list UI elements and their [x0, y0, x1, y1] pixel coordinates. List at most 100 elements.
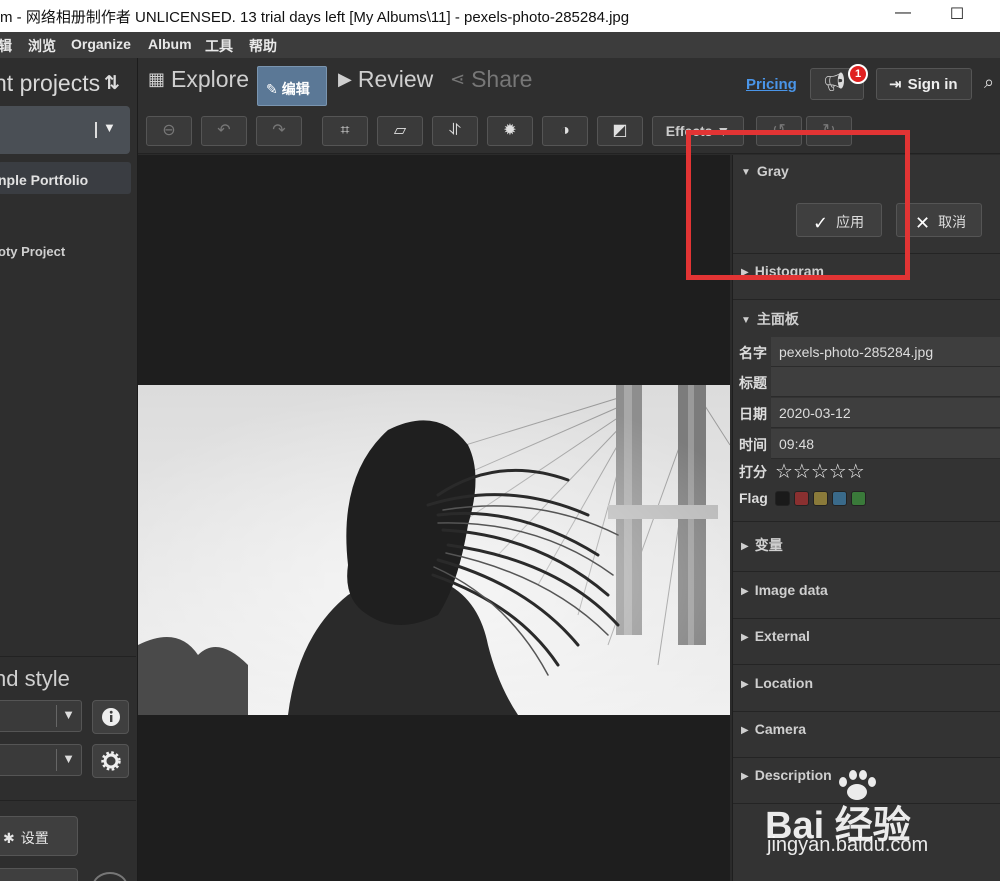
- title-field[interactable]: [771, 367, 1000, 397]
- rating-stars[interactable]: ☆☆☆☆☆: [775, 459, 865, 484]
- maximize-button[interactable]: ☐: [942, 4, 972, 26]
- notification-badge: 1: [848, 64, 868, 84]
- crop-button[interactable]: ⌗: [322, 116, 368, 146]
- settings-label: 设置: [20, 830, 49, 846]
- menu-browse[interactable]: 浏览: [28, 36, 56, 56]
- tab-share[interactable]: ⋖ Share: [450, 66, 532, 104]
- time-field[interactable]: 09:48: [771, 429, 1000, 459]
- exposure-button[interactable]: ◩: [597, 116, 643, 146]
- info-icon: [101, 708, 120, 726]
- crop-icon: ⌗: [340, 122, 350, 139]
- flag-green[interactable]: [851, 491, 866, 506]
- circle-icon[interactable]: [92, 872, 128, 881]
- tab-share-label: Share: [471, 66, 533, 92]
- pricing-link[interactable]: Pricing: [746, 76, 797, 93]
- section-variables[interactable]: ▶ 变量: [741, 535, 783, 555]
- section-camera-label: Camera: [754, 721, 807, 737]
- triangle-down-icon: ▼: [741, 315, 751, 326]
- remove-button[interactable]: ⊖: [146, 116, 192, 146]
- gear-icon: ✱: [3, 830, 15, 846]
- contrast-button[interactable]: ◑: [542, 116, 588, 146]
- pencil-icon: ✎: [266, 81, 278, 97]
- rotate-left-button[interactable]: ↶: [201, 116, 247, 146]
- section-camera[interactable]: ▶ Camera: [741, 721, 806, 737]
- tab-edit[interactable]: ✎ 编辑: [257, 66, 327, 106]
- tab-review-label: Review: [357, 66, 434, 92]
- minimize-button[interactable]: —: [888, 4, 918, 26]
- tab-explore-label: Explore: [171, 66, 249, 92]
- secondary-button[interactable]: [0, 868, 78, 881]
- project-item-portfolio[interactable]: nple Portfolio: [0, 162, 131, 194]
- menu-tools[interactable]: 工具: [205, 36, 233, 56]
- edited-photo: [138, 385, 730, 715]
- style-select-2[interactable]: ▼: [0, 744, 82, 776]
- gear-button[interactable]: [92, 744, 129, 778]
- menu-organize[interactable]: Organize: [71, 36, 131, 52]
- sort-icon[interactable]: ⇅: [104, 72, 120, 95]
- menu-bar: 辑 浏览 Organize Album 工具 帮助: [0, 32, 1000, 58]
- style-title: nd style: [0, 666, 70, 691]
- sign-in-label: Sign in: [907, 76, 958, 93]
- menu-help[interactable]: 帮助: [249, 36, 277, 56]
- minus-circle-icon: ⊖: [162, 122, 176, 139]
- flip-icon: ⥯: [449, 122, 461, 139]
- tab-review[interactable]: ▶ Review: [338, 66, 433, 104]
- adjust-button[interactable]: ✹: [487, 116, 533, 146]
- title-label: 标题: [739, 375, 767, 391]
- section-main-panel-label: 主面板: [756, 311, 799, 327]
- time-label: 时间: [739, 437, 767, 453]
- section-divider: [733, 299, 1000, 300]
- panel-divider: [0, 800, 136, 801]
- triangle-right-icon: ▶: [741, 771, 749, 782]
- tab-explore[interactable]: ▦ Explore: [148, 66, 249, 104]
- gear-icon: [100, 751, 121, 771]
- flag-yellow[interactable]: [813, 491, 828, 506]
- flag-blue[interactable]: [832, 491, 847, 506]
- top-nav: ▦ Explore ✎ 编辑 ▶ Review ⋖ Share Pricing 📢︎ 1…: [138, 58, 1000, 108]
- flag-red[interactable]: [794, 491, 809, 506]
- chevron-down-icon: ▼: [103, 120, 116, 135]
- share-icon: ⋖: [450, 69, 466, 89]
- section-external[interactable]: ▶ External: [741, 628, 810, 644]
- settings-button[interactable]: ✱ 设置: [0, 816, 78, 856]
- rotate-right-button[interactable]: ↷: [256, 116, 302, 146]
- baidu-watermark: Bai 经验 jingyan.baidu.com: [765, 768, 995, 868]
- title-bar: m - 网络相册制作者 UNLICENSED. 13 trial days le…: [0, 0, 1000, 32]
- section-main-panel[interactable]: ▼ 主面板: [741, 309, 799, 329]
- section-image-data[interactable]: ▶ Image data: [741, 582, 828, 598]
- grayscale-photo: [138, 385, 730, 715]
- photo-canvas[interactable]: [138, 155, 730, 881]
- project-selector[interactable]: ▼: [0, 106, 130, 154]
- search-icon[interactable]: ⌕: [984, 72, 994, 93]
- triangle-right-icon: ▶: [741, 586, 749, 597]
- exposure-icon: ◩: [612, 122, 628, 139]
- section-image-data-label: Image data: [754, 582, 828, 598]
- straighten-button[interactable]: ▱: [377, 116, 423, 146]
- rotate-left-icon: ↶: [217, 122, 231, 139]
- section-location[interactable]: ▶ Location: [741, 675, 813, 691]
- flip-button[interactable]: ⥯: [432, 116, 478, 146]
- select-separator: [56, 749, 57, 771]
- flag-black[interactable]: [775, 491, 790, 506]
- menu-album[interactable]: Album: [148, 36, 192, 52]
- highlight-box: [686, 130, 910, 280]
- triangle-right-icon: ▶: [741, 679, 749, 690]
- section-divider: [733, 711, 1000, 712]
- section-divider: [733, 571, 1000, 572]
- project-item-empty[interactable]: oty Project: [0, 244, 65, 259]
- chevron-down-icon: ▼: [62, 707, 75, 722]
- date-field[interactable]: 2020-03-12: [771, 398, 1000, 428]
- name-field[interactable]: pexels-photo-285284.jpg: [771, 337, 1000, 367]
- section-divider: [733, 757, 1000, 758]
- sign-in-button[interactable]: ⇥ Sign in: [876, 68, 972, 100]
- info-button[interactable]: [92, 700, 129, 734]
- section-location-label: Location: [754, 675, 814, 691]
- play-icon: ▶: [338, 69, 352, 89]
- triangle-right-icon: ▶: [741, 725, 749, 736]
- style-select-1[interactable]: ▼: [0, 700, 82, 732]
- megaphone-icon: 📢︎: [823, 72, 846, 92]
- triangle-right-icon: ▶: [741, 632, 749, 643]
- menu-edit[interactable]: 辑: [0, 36, 12, 56]
- grid-icon: ▦: [148, 69, 166, 89]
- section-divider: [733, 618, 1000, 619]
